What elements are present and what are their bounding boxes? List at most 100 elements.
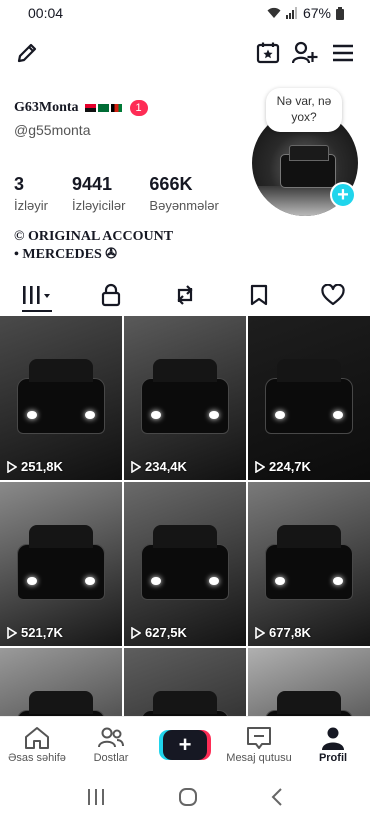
battery-icon bbox=[336, 6, 344, 20]
signal-icon bbox=[285, 7, 297, 19]
notification-badge[interactable]: 1 bbox=[129, 100, 148, 116]
nav-friends[interactable]: Dostlar bbox=[74, 717, 148, 772]
flag-icon bbox=[84, 104, 96, 112]
nav-profile[interactable]: Profil bbox=[296, 717, 370, 772]
headlight bbox=[274, 577, 285, 586]
video-thumbnail[interactable]: 627,5K bbox=[124, 482, 246, 646]
stat-value: 3 bbox=[14, 174, 25, 194]
thumbnail-car bbox=[17, 359, 105, 435]
tab-videos[interactable] bbox=[0, 278, 74, 312]
battery-percent: 67% bbox=[302, 5, 331, 21]
calendar-star-icon bbox=[256, 42, 280, 64]
bio-line: © ORIGINAL ACCOUNT bbox=[14, 229, 174, 244]
nav-label: Əsas səhifə bbox=[8, 751, 66, 764]
nav-create[interactable]: + bbox=[148, 717, 222, 772]
menu-button[interactable] bbox=[328, 36, 358, 70]
top-bar bbox=[0, 36, 370, 70]
tab-favorites[interactable] bbox=[222, 278, 296, 312]
home-icon bbox=[25, 726, 49, 749]
play-icon bbox=[255, 460, 265, 473]
username-handle: @g55monta bbox=[14, 122, 91, 138]
nav-inbox[interactable]: Mesaj qutusu bbox=[222, 717, 296, 772]
view-count-value: 224,7K bbox=[269, 459, 311, 474]
video-grid: 251,8K 234,4K 224,7K 521,7K 627,5K 677,8… bbox=[0, 316, 370, 716]
view-count-value: 677,8K bbox=[269, 625, 311, 640]
bio-line: • MERCEDES ✇ bbox=[14, 247, 117, 262]
tab-liked[interactable] bbox=[296, 278, 370, 312]
home-button-icon[interactable] bbox=[178, 787, 198, 807]
videos-grid-icon bbox=[23, 286, 50, 304]
view-count-value: 627,5K bbox=[145, 625, 187, 640]
thumbnail-car bbox=[141, 359, 229, 435]
view-count: 234,4K bbox=[131, 459, 187, 474]
friends-icon bbox=[98, 727, 124, 747]
view-count: 251,8K bbox=[7, 459, 63, 474]
stat-value: 9441 bbox=[71, 174, 112, 194]
flag-emojis bbox=[84, 104, 122, 112]
view-count: 224,7K bbox=[255, 459, 311, 474]
thumbnail-car bbox=[265, 525, 353, 601]
repost-icon bbox=[177, 285, 193, 305]
add-story-button[interactable]: + bbox=[330, 182, 356, 208]
headlight bbox=[26, 411, 37, 420]
video-thumbnail[interactable]: 251,8K bbox=[0, 316, 122, 480]
play-icon bbox=[131, 460, 141, 473]
headlight bbox=[274, 411, 285, 420]
play-icon bbox=[7, 460, 17, 473]
status-bar: 00:04 67% bbox=[0, 0, 370, 26]
view-count: 627,5K bbox=[131, 625, 187, 640]
display-name: G63Monta bbox=[14, 100, 79, 115]
stat-label: İzləyicilər bbox=[71, 198, 126, 213]
headlight bbox=[150, 411, 161, 420]
flag-icon bbox=[97, 104, 109, 112]
name-row: G63Monta 1 bbox=[14, 100, 244, 116]
stat-followers[interactable]: 9441 İzləyicilər bbox=[72, 174, 125, 213]
add-friend-button[interactable] bbox=[290, 36, 320, 70]
headlight bbox=[150, 577, 161, 586]
nav-label: Dostlar bbox=[93, 751, 129, 764]
play-icon bbox=[7, 626, 17, 639]
nav-home[interactable]: Əsas səhifə bbox=[0, 717, 74, 772]
view-count-value: 234,4K bbox=[145, 459, 187, 474]
add-user-icon bbox=[292, 41, 318, 64]
headlight bbox=[26, 577, 37, 586]
system-navigation-bar bbox=[0, 772, 370, 822]
bottom-nav: Əsas səhifə Dostlar + Mesaj qutusu Profi… bbox=[0, 716, 370, 772]
stat-value: 666K bbox=[149, 174, 193, 194]
hamburger-menu-icon bbox=[333, 44, 353, 62]
play-icon bbox=[255, 626, 265, 639]
plus-icon: + bbox=[178, 731, 192, 757]
status-time: 00:04 bbox=[28, 5, 64, 21]
flag-icon bbox=[110, 104, 122, 112]
tab-private[interactable] bbox=[74, 278, 148, 312]
inbox-icon bbox=[247, 726, 271, 749]
profile-header: G63Monta 1 @g55monta bbox=[14, 100, 244, 138]
stat-following[interactable]: 3 İzləyir bbox=[14, 174, 48, 213]
back-icon[interactable] bbox=[270, 787, 284, 807]
nav-label: Profil bbox=[318, 751, 348, 764]
edit-profile-button[interactable] bbox=[12, 36, 42, 70]
status-note-bubble[interactable]: Nə var, nə yox? bbox=[266, 88, 342, 132]
video-thumbnail[interactable]: 521,7K bbox=[0, 482, 122, 646]
bio: © ORIGINAL ACCOUNT • MERCEDES ✇ bbox=[14, 228, 173, 264]
thumbnail-car bbox=[17, 525, 105, 601]
creator-calendar-button[interactable] bbox=[253, 36, 283, 70]
tab-reposts[interactable] bbox=[148, 278, 222, 312]
play-icon bbox=[131, 626, 141, 639]
video-thumbnail[interactable] bbox=[0, 648, 122, 716]
stat-label: İzləyir bbox=[14, 198, 48, 213]
video-thumbnail[interactable]: 234,4K bbox=[124, 316, 246, 480]
profile-tabs bbox=[0, 278, 370, 312]
video-thumbnail[interactable] bbox=[248, 648, 370, 716]
stat-likes[interactable]: 666K Bəyənmələr bbox=[149, 174, 218, 213]
video-thumbnail[interactable]: 677,8K bbox=[248, 482, 370, 646]
recent-apps-icon[interactable] bbox=[86, 788, 106, 806]
video-thumbnail[interactable]: 224,7K bbox=[248, 316, 370, 480]
thumbnail-car bbox=[265, 359, 353, 435]
view-count: 677,8K bbox=[255, 625, 311, 640]
thumbnail-car bbox=[141, 525, 229, 601]
status-indicators: 67% bbox=[267, 5, 344, 21]
create-video-button[interactable]: + bbox=[163, 729, 207, 760]
lock-icon bbox=[101, 283, 121, 307]
video-thumbnail[interactable] bbox=[124, 648, 246, 716]
